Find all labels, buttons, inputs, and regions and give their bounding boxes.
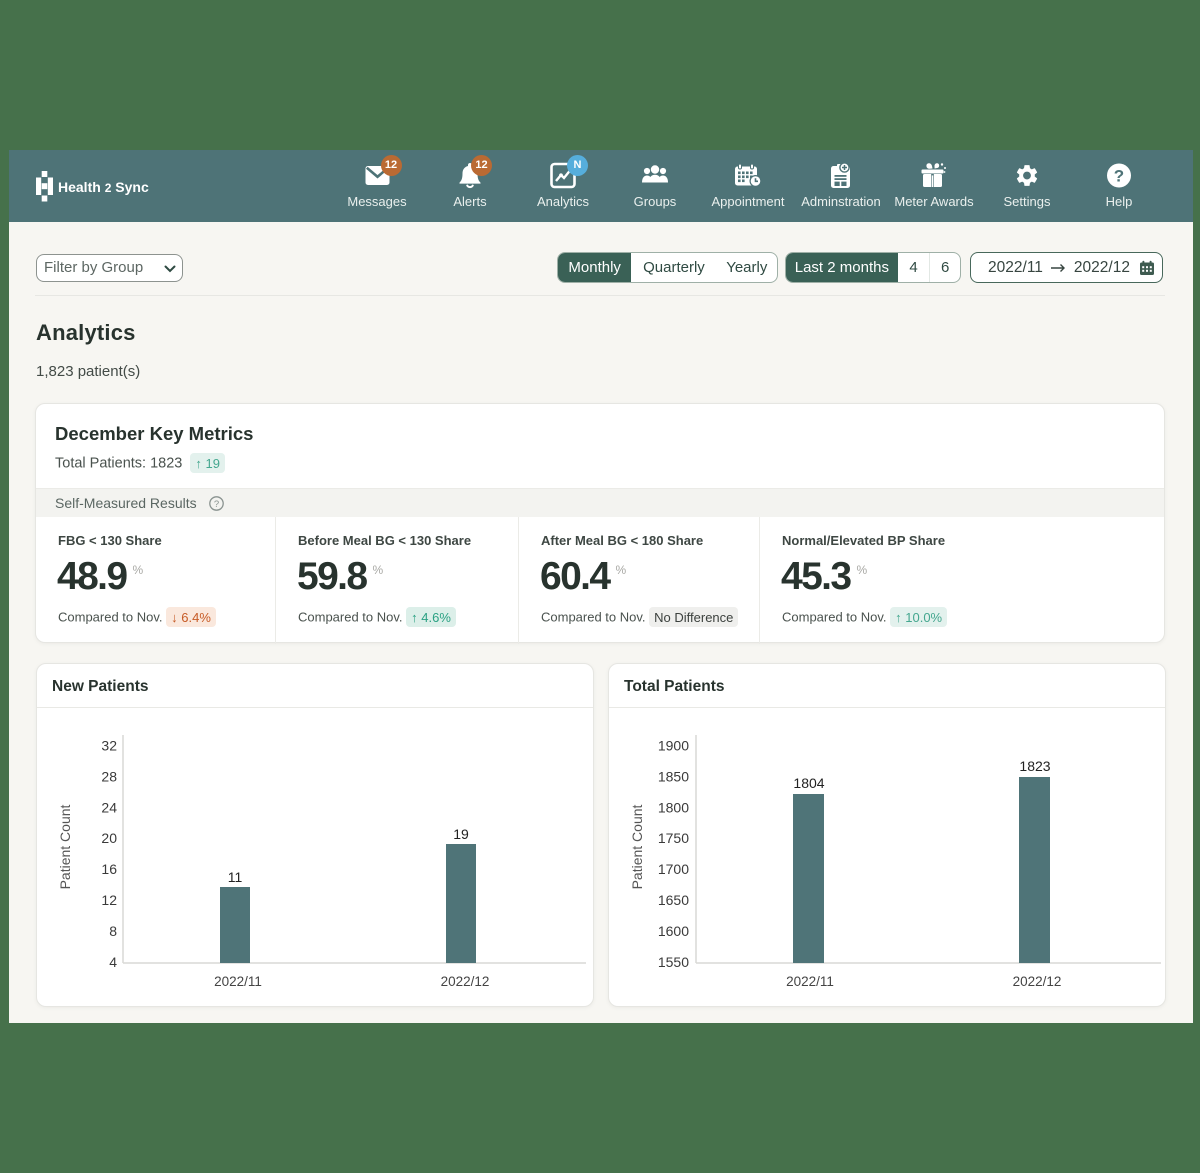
svg-text:24: 24 <box>101 799 117 815</box>
svg-text:4: 4 <box>109 954 117 970</box>
svg-text:28: 28 <box>101 768 117 784</box>
svg-text:1800: 1800 <box>658 799 689 815</box>
svg-text:20: 20 <box>101 830 117 846</box>
svg-text:1804: 1804 <box>793 775 824 791</box>
svg-text:?: ? <box>214 499 219 510</box>
svg-text:19: 19 <box>453 826 469 842</box>
svg-text:1650: 1650 <box>658 892 689 908</box>
svg-text:1900: 1900 <box>658 738 689 754</box>
svg-text:1700: 1700 <box>658 861 689 877</box>
svg-text:Patient Count: Patient Count <box>629 804 645 889</box>
svg-text:2022/11: 2022/11 <box>786 974 834 989</box>
svg-text:1850: 1850 <box>658 768 689 784</box>
svg-text:11: 11 <box>228 869 243 885</box>
svg-text:1750: 1750 <box>658 830 689 846</box>
svg-text:32: 32 <box>101 738 117 754</box>
svg-text:1600: 1600 <box>658 923 689 939</box>
svg-text:8: 8 <box>109 923 117 939</box>
svg-text:Patient Count: Patient Count <box>57 804 73 889</box>
svg-text:12: 12 <box>101 892 117 908</box>
svg-text:1550: 1550 <box>658 954 689 970</box>
svg-text:2022/11: 2022/11 <box>214 974 262 989</box>
svg-text:2022/12: 2022/12 <box>1013 974 1062 989</box>
svg-text:?: ? <box>1114 167 1124 186</box>
svg-text:1823: 1823 <box>1019 758 1050 774</box>
svg-text:2022/12: 2022/12 <box>441 974 490 989</box>
svg-text:16: 16 <box>101 861 117 877</box>
